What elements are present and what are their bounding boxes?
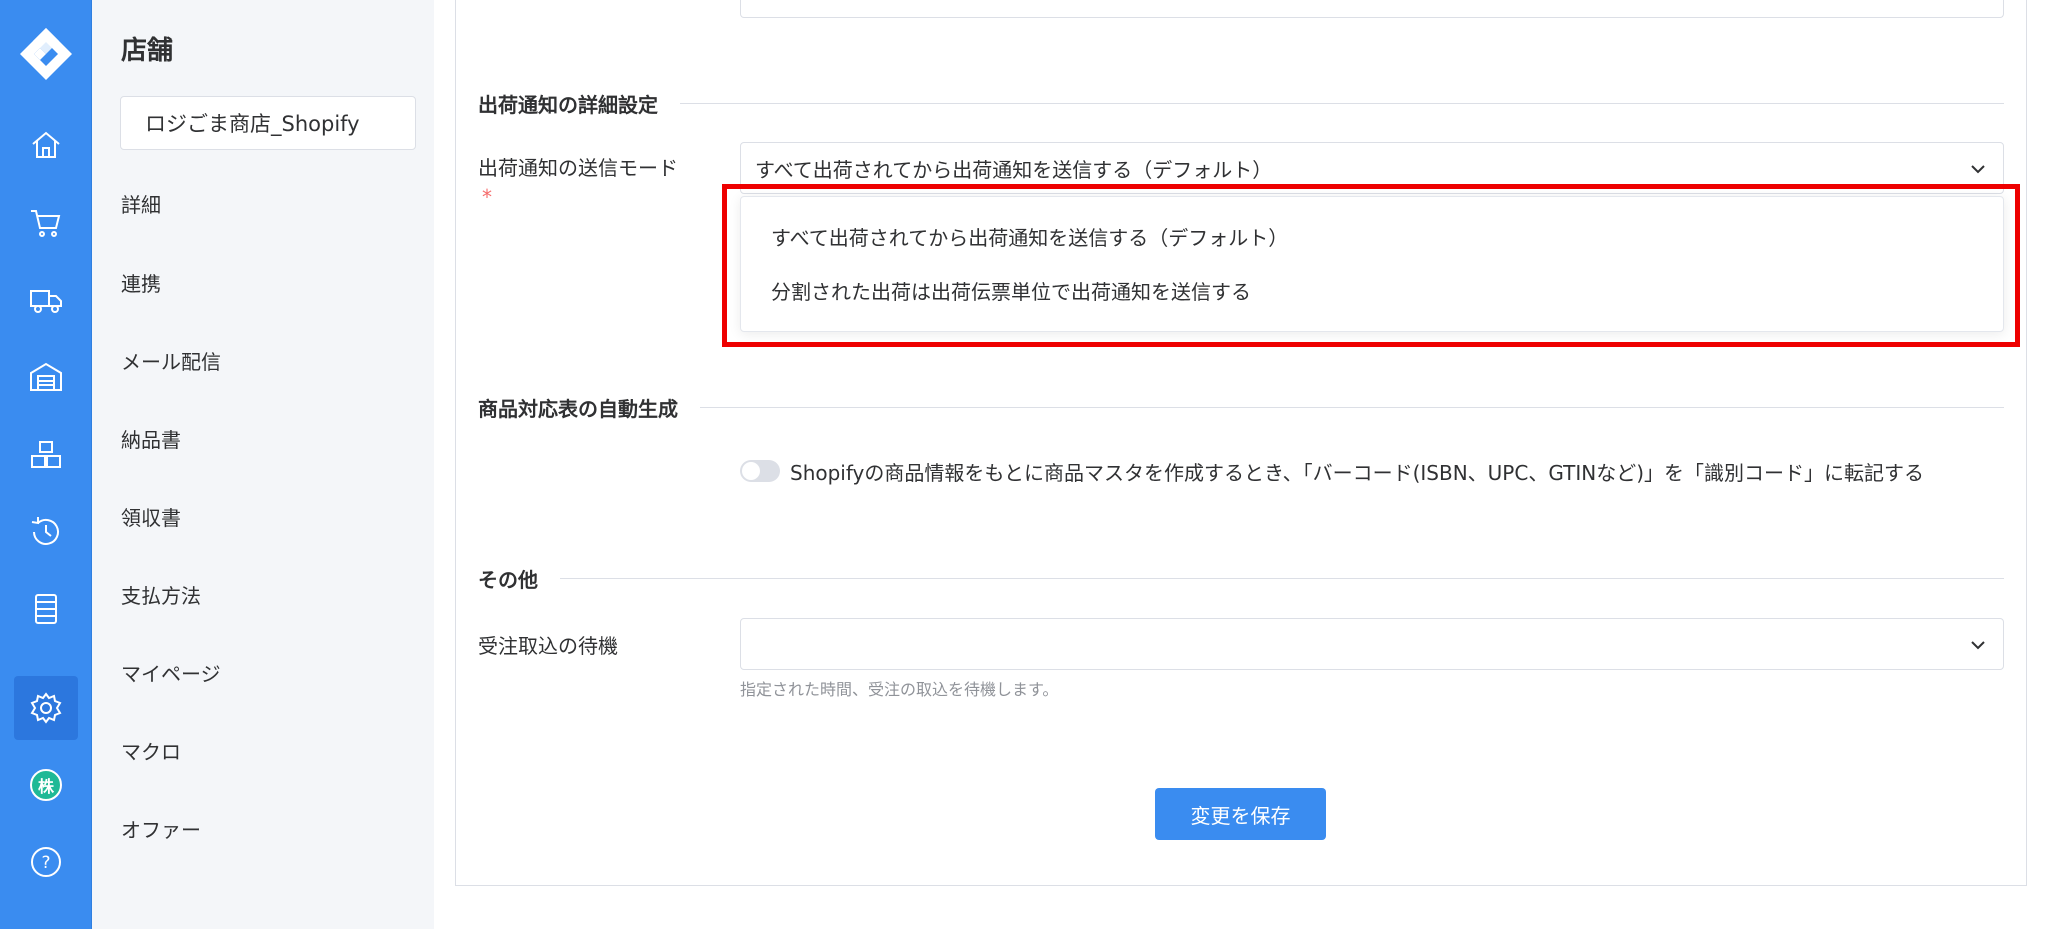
gear-icon[interactable] — [14, 676, 78, 740]
help-icon[interactable]: ? — [14, 830, 78, 894]
warehouse-icon[interactable] — [14, 345, 78, 409]
previous-field-edge — [740, 0, 2004, 18]
toggle-knob — [742, 462, 760, 480]
sidebar-item-mypage[interactable]: マイページ — [121, 660, 221, 688]
sidebar-title: 店舗 — [121, 36, 174, 66]
boxes-icon[interactable] — [14, 423, 78, 487]
order-wait-select[interactable] — [740, 618, 2004, 670]
sidebar-item-mail[interactable]: メール配信 — [121, 348, 221, 376]
logo-icon[interactable] — [18, 26, 74, 82]
section-divider — [560, 578, 2004, 579]
chevron-down-icon — [1971, 165, 1985, 174]
database-icon[interactable] — [14, 577, 78, 641]
icon-rail: 株 ? — [0, 0, 92, 929]
truck-icon[interactable] — [14, 268, 78, 332]
sidebar-item-details[interactable]: 詳細 — [121, 191, 161, 219]
settings-card — [455, 0, 2027, 886]
company-badge-icon[interactable]: 株 — [14, 753, 78, 817]
product-map-section-header: 商品対応表の自動生成 — [478, 393, 2004, 422]
chevron-down-icon — [1971, 641, 1985, 650]
order-wait-label: 受注取込の待機 — [478, 634, 618, 658]
shipping-mode-value: すべて出荷されてから出荷通知を送信する（デフォルト） — [755, 157, 1273, 182]
sidebar-item-macro[interactable]: マクロ — [121, 738, 181, 766]
home-icon[interactable] — [14, 113, 78, 177]
sidebar-item-offer[interactable]: オファー — [121, 816, 201, 844]
section-divider — [680, 103, 2004, 104]
required-mark: * — [482, 185, 492, 209]
section-divider — [700, 407, 2004, 408]
section-title: その他 — [478, 568, 538, 592]
highlight-box — [722, 184, 2020, 347]
store-selector[interactable]: ロジごま商店_Shopify — [120, 96, 416, 150]
other-section-header: その他 — [478, 564, 2004, 593]
save-button[interactable]: 変更を保存 — [1155, 788, 1326, 840]
sidebar-item-payment[interactable]: 支払方法 — [121, 582, 201, 610]
barcode-transfer-label: Shopifyの商品情報をもとに商品マスタを作成するとき、「バーコード(ISBN… — [790, 461, 1924, 485]
section-title: 商品対応表の自動生成 — [478, 397, 678, 421]
sidebar-item-delivery-note[interactable]: 納品書 — [121, 426, 181, 454]
sidebar-item-receipt[interactable]: 領収書 — [121, 504, 181, 532]
help-mark: ? — [41, 853, 50, 873]
history-icon[interactable] — [14, 500, 78, 564]
settings-sidebar: 店舗 ロジごま商店_Shopify 詳細 連携 メール配信 納品書 領収書 支払… — [92, 0, 434, 929]
cart-icon[interactable] — [14, 191, 78, 255]
section-title: 出荷通知の詳細設定 — [478, 93, 658, 117]
barcode-transfer-toggle[interactable] — [740, 460, 780, 482]
company-badge-text: 株 — [30, 769, 62, 801]
shipping-mode-label: 出荷通知の送信モード — [478, 156, 678, 180]
sidebar-item-integration[interactable]: 連携 — [121, 270, 161, 298]
shipping-notice-section-header: 出荷通知の詳細設定 — [478, 89, 2004, 118]
order-wait-hint: 指定された時間、受注の取込を待機します。 — [740, 680, 1059, 699]
